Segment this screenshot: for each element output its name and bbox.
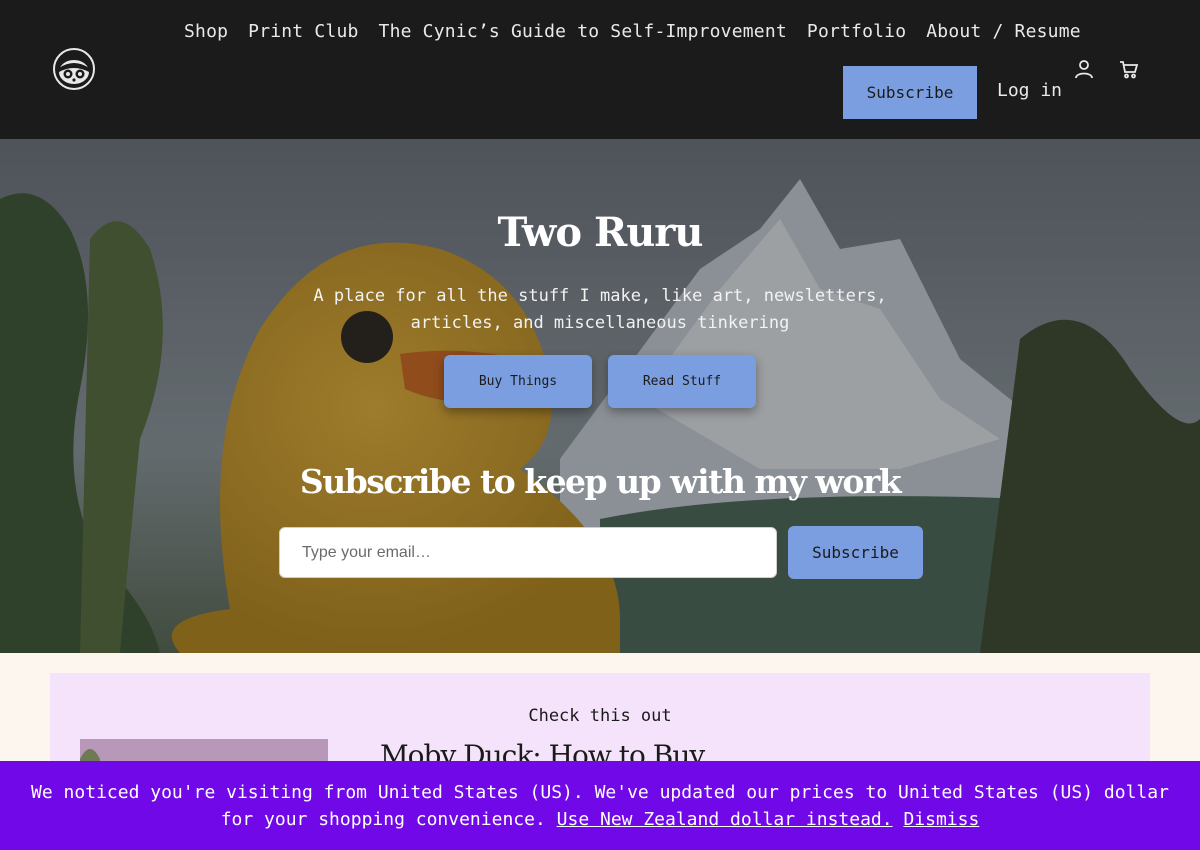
- subscribe-heading: Subscribe to keep up with my work: [299, 462, 902, 501]
- use-nzd-link[interactable]: Use New Zealand dollar instead.: [557, 809, 893, 830]
- hero-section: Two Ruru A place for all the stuff I mak…: [0, 139, 1200, 653]
- nav-item-cynics-guide[interactable]: The Cynic’s Guide to Self-Improvement: [379, 21, 787, 42]
- hero-subscribe-button[interactable]: Subscribe: [788, 526, 923, 579]
- email-input[interactable]: [279, 527, 777, 578]
- cart-icon[interactable]: [1118, 58, 1140, 80]
- nav-item-shop[interactable]: Shop: [184, 21, 228, 42]
- nav-item-print-club[interactable]: Print Club: [248, 21, 358, 42]
- site-header: Shop Print Club The Cynic’s Guide to Sel…: [0, 0, 1200, 139]
- site-logo-icon[interactable]: [53, 48, 95, 90]
- featured-label: Check this out: [528, 706, 672, 726]
- site-title: Two Ruru: [497, 209, 704, 256]
- dismiss-link[interactable]: Dismiss: [903, 809, 979, 830]
- nav-item-about-resume[interactable]: About / Resume: [926, 21, 1081, 42]
- main-nav: Shop Print Club The Cynic’s Guide to Sel…: [184, 21, 1081, 42]
- login-link[interactable]: Log in: [997, 80, 1062, 101]
- site-tagline: A place for all the stuff I make, like a…: [313, 286, 887, 333]
- read-stuff-button[interactable]: Read Stuff: [608, 355, 756, 408]
- currency-notice-banner: We noticed you're visiting from United S…: [0, 761, 1200, 850]
- user-icon[interactable]: [1073, 58, 1095, 80]
- buy-things-button[interactable]: Buy Things: [444, 355, 592, 408]
- nav-item-portfolio[interactable]: Portfolio: [807, 21, 906, 42]
- header-subscribe-button[interactable]: Subscribe: [843, 66, 977, 119]
